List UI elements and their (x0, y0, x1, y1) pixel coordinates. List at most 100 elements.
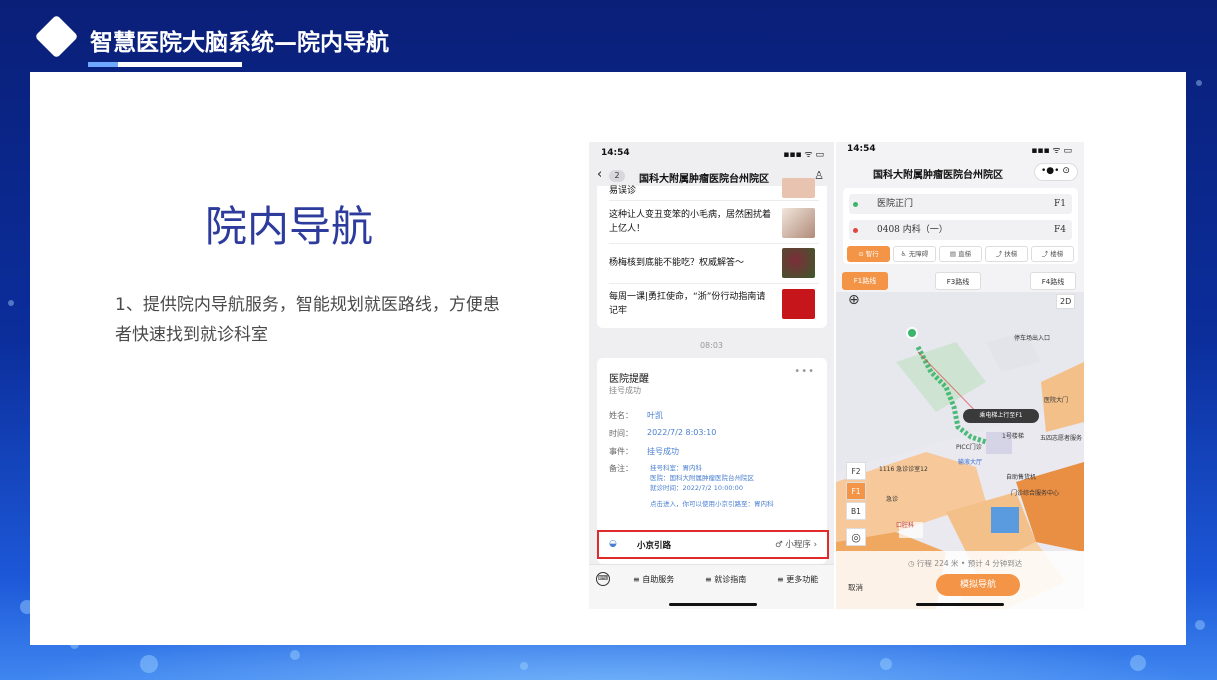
floor-route-f4[interactable]: F4路线 (1030, 272, 1076, 290)
divider (609, 243, 819, 244)
more-icon[interactable]: ••• (794, 366, 815, 377)
mini-program-entry[interactable]: ◒ 小京引路 ♂ 小程序 › (597, 530, 829, 559)
start-pin-icon (906, 327, 918, 339)
locate-icon[interactable]: ◎ (846, 528, 866, 546)
name-label: 姓名： (609, 411, 633, 420)
reminder-title: 医院提醒 (609, 374, 649, 385)
tab-more-functions[interactable]: ≡ 更多功能 (777, 574, 818, 585)
nav-title: 国科大附属肿瘤医院台州院区 (873, 170, 1003, 181)
bokeh-dot (1130, 655, 1146, 671)
mini-program-tag: ♂ 小程序 › (775, 540, 817, 550)
status-time: 14:54 (601, 148, 630, 158)
simulate-navigation-button[interactable]: 模拟导航 (936, 574, 1020, 596)
status-icons: ▪▪▪ ᯤ ▭ (783, 150, 824, 160)
keyboard-icon[interactable]: ⌨ (596, 572, 610, 586)
navigation-bottom-bar: ◷ 行程 224 米 • 预计 4 分钟到达 取消 模拟导航 (836, 551, 1084, 609)
user-icon[interactable]: ♙ (814, 169, 824, 182)
mode-stairs[interactable]: ⤴ 楼梯 (1031, 246, 1074, 262)
divider (609, 200, 819, 201)
back-icon[interactable]: ‹ (597, 167, 602, 182)
slide-title: 智慧医院大脑系统—院内导航 (90, 30, 389, 56)
bokeh-dot (8, 300, 14, 306)
end-label: 0408 内科（一） (877, 225, 948, 235)
start-dot (853, 202, 858, 207)
unread-badge: 2 (609, 170, 625, 182)
chat-title: 国科大附属肿瘤医院台州院区 (639, 174, 769, 185)
route-start[interactable]: 医院正门 F1 (849, 194, 1072, 214)
floor-route-f3[interactable]: F3路线 (935, 272, 981, 290)
reminder-subtitle: 挂号成功 (609, 386, 641, 395)
news-thumb (782, 248, 815, 278)
bokeh-dot (520, 662, 528, 670)
chat-timestamp: 08:03 (699, 341, 724, 350)
cancel-button[interactable]: 取消 (848, 582, 863, 593)
route-callout: 乘电梯上行至F1 (963, 409, 1039, 423)
map-compass-icon: ⊕ (848, 292, 860, 308)
map-label-zone: 五四志愿者服务 (1040, 435, 1083, 442)
note-line: 医院：国科大附属肿瘤医院台州院区 (650, 474, 754, 482)
floor-button-f2[interactable]: F2 (846, 462, 866, 480)
start-label: 医院正门 (877, 199, 914, 209)
mode-elevator[interactable]: ▤ 直梯 (939, 246, 982, 262)
home-indicator (669, 603, 757, 606)
section-heading: 院内导航 (205, 202, 374, 251)
map-label-picc: PICC门诊 (956, 444, 982, 451)
title-underline (118, 62, 242, 67)
note-line: 就诊时间：2022/7/2 10:00:00 (650, 484, 743, 492)
event-value: 挂号成功 (647, 447, 679, 456)
map-toggle-2d[interactable]: 2D (1056, 294, 1076, 309)
status-icons: ▪▪▪ ᯤ ▭ (1031, 146, 1072, 156)
news-card: 易误诊 这种让人变丑变笨的小毛病，居然困扰着上亿人！ 杨梅核到底能不能吃？权威解… (597, 178, 827, 328)
divider (609, 283, 819, 284)
news-item[interactable]: 每周一课|勇扛使命，“浙”份行动指南请记牢 (609, 290, 774, 318)
floor-button-b1[interactable]: B1 (846, 502, 866, 520)
bokeh-dot (140, 655, 158, 673)
news-item[interactable]: 易误诊 (609, 184, 774, 198)
map-label-stairs: 1号楼梯 (1002, 433, 1024, 440)
mode-escalator[interactable]: ⤴ 扶梯 (985, 246, 1028, 262)
mini-program-label: 小京引路 (637, 541, 672, 551)
home-indicator (916, 603, 1004, 606)
mini-program-icon: ◒ (609, 539, 617, 549)
chat-bottom-menu: ⌨ ≡ 自助服务 ≡ 就诊指南 ≡ 更多功能 (589, 564, 834, 609)
name-value: 叶凯 (647, 411, 663, 420)
capsule-menu[interactable]: •●• ⊙ (1034, 163, 1078, 181)
title-underline-accent (88, 62, 118, 67)
note-label: 备注： (609, 464, 633, 473)
floor-button-f1[interactable]: F1 (846, 482, 866, 500)
news-item[interactable]: 这种让人变丑变笨的小毛病，居然困扰着上亿人！ (609, 208, 774, 236)
floor-route-f1[interactable]: F1路线 (842, 272, 888, 290)
note-line: 挂号科室：胃内科 (650, 464, 702, 472)
start-floor: F1 (1054, 199, 1066, 209)
tab-self-service[interactable]: ≡ 自助服务 (633, 574, 674, 585)
map-label-room: 1116 急诊诊室12 (879, 466, 928, 473)
news-item[interactable]: 杨梅核到底能不能吃？权威解答～ (609, 256, 774, 270)
map-label-parking: 停车场出入口 (1014, 335, 1051, 342)
map-label-outpatient: 门诊综合服务中心 (1011, 490, 1060, 497)
end-dot (853, 228, 858, 233)
map-label-hall: 输液大厅 (958, 459, 983, 466)
bokeh-dot (290, 650, 300, 660)
time-label: 时间： (609, 429, 633, 438)
bokeh-dot (880, 658, 892, 670)
phone-screenshot-navigation: 14:54 ▪▪▪ ᯤ ▭ 国科大附属肿瘤医院台州院区 •●• ⊙ 医院正门 F… (836, 142, 1084, 609)
route-end[interactable]: 0408 内科（一） F4 (849, 220, 1072, 240)
end-floor: F4 (1054, 225, 1066, 235)
note-link[interactable]: 点击进入，你可以使用小京引路至：胃内科 (650, 499, 774, 509)
map-label-emergency: 急诊 (886, 496, 899, 503)
bokeh-dot (1195, 620, 1205, 630)
trip-info: ◷ 行程 224 米 • 预计 4 分钟到达 (908, 559, 1023, 568)
bokeh-dot (1196, 80, 1202, 86)
map-label-self-machine: 自助售货机 (1006, 474, 1037, 481)
tab-visit-guide[interactable]: ≡ 就诊指南 (705, 574, 746, 585)
news-thumb (782, 208, 815, 238)
mode-accessible[interactable]: ♿ 无障碍 (893, 246, 936, 262)
map-label-gate: 医院大门 (1044, 397, 1069, 404)
section-description: 1、提供院内导航服务，智能规划就医路线，方便患者快速找到就诊科室 (115, 295, 500, 345)
time-value: 2022/7/2 8:03:10 (647, 428, 717, 437)
status-time: 14:54 (847, 144, 876, 154)
news-thumb (782, 178, 815, 198)
event-label: 事件： (609, 447, 633, 456)
news-thumb (782, 289, 815, 319)
mode-smart[interactable]: ⊙ 智行 (847, 246, 890, 262)
